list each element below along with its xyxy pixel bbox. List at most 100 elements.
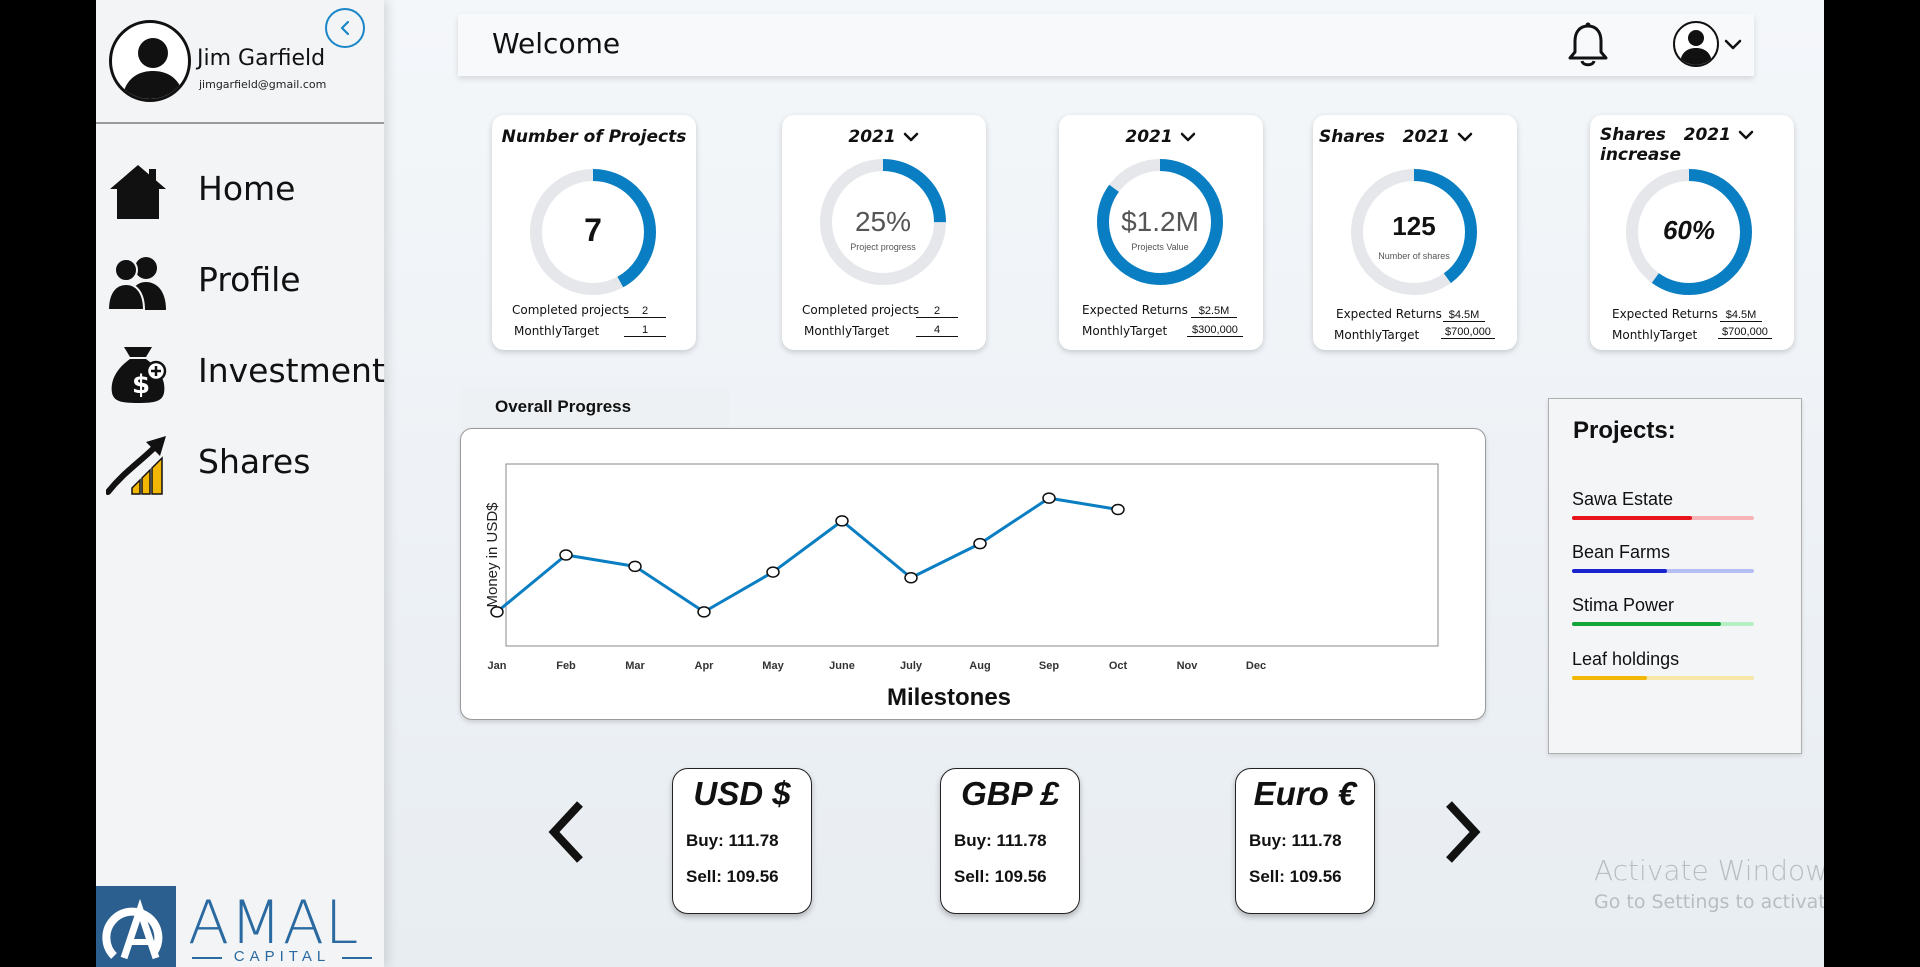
- row-label: Completed projects: [512, 303, 630, 317]
- chevron-down-icon[interactable]: [1737, 128, 1755, 142]
- project-name: Sawa Estate: [1572, 489, 1674, 509]
- collapse-sidebar-button[interactable]: [325, 8, 365, 48]
- currency-card-euro[interactable]: Euro € Buy: 111.78 Sell: 109.56: [1235, 768, 1375, 914]
- chevron-down-icon[interactable]: [1179, 130, 1197, 144]
- card-sublabel: Projects Value: [1131, 242, 1189, 252]
- line-chart: Jan Feb Mar Apr May June July Aug Sep Oct Nov Dec M…: [484, 463, 1439, 711]
- year-select[interactable]: 2021: [1684, 125, 1731, 145]
- project-progress-bar: [1572, 676, 1754, 680]
- card-sublabel: Number of shares: [1378, 251, 1450, 261]
- chevron-down-icon[interactable]: [1456, 130, 1474, 144]
- sell-rate: Sell: 109.56: [686, 867, 779, 886]
- data-point[interactable]: [973, 537, 987, 550]
- x-tick-label: Jan: [488, 660, 507, 672]
- chevron-down-icon[interactable]: [902, 130, 920, 144]
- project-item[interactable]: Sawa Estate: [1572, 489, 1754, 520]
- logo-mark: [96, 886, 176, 967]
- x-tick-label: May: [762, 660, 784, 672]
- sidebar-item-label: Shares: [198, 442, 311, 481]
- x-tick-label: Feb: [556, 660, 576, 672]
- year-select[interactable]: 2021: [848, 127, 895, 147]
- currency-card-gbp[interactable]: GBP £ Buy: 111.78 Sell: 109.56: [940, 768, 1080, 914]
- card-title: Number of Projects: [501, 127, 687, 147]
- row-value: 2: [916, 305, 958, 318]
- row-label: MonthlyTarget: [804, 324, 890, 338]
- x-tick-label: Aug: [969, 660, 990, 672]
- sidebar-item-home[interactable]: Home: [96, 155, 384, 246]
- project-progress-fill: [1572, 622, 1722, 626]
- chevron-down-icon[interactable]: [1722, 36, 1744, 52]
- user-name: Jim Garfield: [197, 46, 326, 71]
- sidebar-item-investment[interactable]: $ Investment: [96, 337, 385, 428]
- row-value: $300,000: [1187, 324, 1243, 337]
- stat-card-shares-increase: Shares 2021 increase 60% Expected Return…: [1590, 115, 1794, 350]
- data-point[interactable]: [1042, 492, 1056, 504]
- x-axis-label: Milestones: [887, 684, 1011, 711]
- chart-tab-label: Overall Progress: [495, 397, 632, 416]
- row-value: $2.5M: [1191, 305, 1237, 318]
- project-progress-bar: [1572, 622, 1754, 626]
- currency-card-usd[interactable]: USD $ Buy: 111.78 Sell: 109.56: [672, 768, 812, 914]
- data-point[interactable]: [1111, 503, 1125, 516]
- projects-panel: Projects: Sawa Estate Bean Farms Stima P…: [1548, 398, 1802, 754]
- row-value: $4.5M: [1443, 309, 1485, 322]
- growth-arrow-icon: [106, 436, 166, 495]
- stat-card-value: 2021 $1.2M Projects Value Expected Retur…: [1059, 115, 1263, 350]
- row-value: $4.5M: [1720, 309, 1762, 322]
- sidebar-item-label: Home: [198, 169, 296, 208]
- x-tick-label: Mar: [625, 660, 645, 672]
- card-value: $1.2M: [1121, 206, 1199, 237]
- row-label: MonthlyTarget: [1612, 328, 1698, 342]
- row-label: MonthlyTarget: [514, 324, 600, 338]
- x-tick-label: Nov: [1177, 660, 1199, 672]
- x-tick-label: June: [829, 660, 855, 672]
- sidebar: Jim Garfield jimgarfield@gmail.com Home: [96, 0, 385, 967]
- bell-icon[interactable]: [1566, 21, 1610, 67]
- sell-rate: Sell: 109.56: [954, 867, 1047, 886]
- project-progress-bar: [1572, 569, 1754, 573]
- money-bag-icon: $: [111, 347, 167, 403]
- project-item[interactable]: Leaf holdings: [1572, 649, 1754, 680]
- card-title-text: Shares: [1600, 125, 1666, 145]
- data-point[interactable]: [559, 549, 573, 561]
- x-tick-label: Dec: [1246, 660, 1266, 672]
- row-value: $700,000: [1718, 326, 1772, 339]
- windows-activation-watermark: Activate Windows Go to Settings to activ…: [1594, 854, 1824, 913]
- next-arrow-button[interactable]: [1443, 800, 1483, 864]
- data-point[interactable]: [835, 515, 849, 527]
- card-value: 25%: [854, 206, 912, 237]
- card-title: Shares 2021: [1319, 127, 1523, 147]
- series-line: [496, 496, 1119, 614]
- header-avatar[interactable]: [1673, 21, 1719, 67]
- currency-name: USD $: [693, 775, 791, 812]
- year-select[interactable]: 2021: [1125, 127, 1172, 147]
- users-icon: [106, 257, 166, 311]
- previous-arrow-button[interactable]: [546, 800, 586, 864]
- row-label: Expected Returns: [1336, 307, 1442, 321]
- card-value: 7: [584, 212, 602, 248]
- x-tick-label: July: [900, 660, 923, 672]
- card-value: 60%: [1662, 215, 1716, 245]
- stat-card-shares: Shares 2021 125 Number of shares Expecte…: [1313, 115, 1517, 350]
- buy-rate: Buy: 111.78: [1249, 831, 1342, 850]
- sidebar-item-profile[interactable]: Profile: [96, 246, 384, 337]
- data-point[interactable]: [904, 572, 918, 584]
- row-value: $700,000: [1441, 326, 1495, 339]
- x-tick-label: Apr: [695, 660, 715, 672]
- project-item[interactable]: Bean Farms: [1572, 542, 1754, 573]
- data-point[interactable]: [628, 560, 642, 573]
- sidebar-item-label: Profile: [198, 260, 301, 299]
- project-name: Leaf holdings: [1572, 649, 1680, 669]
- watermark-title: Activate Windows: [1594, 854, 1824, 887]
- data-point[interactable]: [697, 606, 711, 618]
- year-select[interactable]: 2021: [1403, 127, 1450, 147]
- data-point[interactable]: [766, 566, 780, 578]
- project-item[interactable]: Stima Power: [1572, 595, 1754, 626]
- row-value: 1: [624, 324, 666, 337]
- row-label: Expected Returns: [1612, 307, 1718, 321]
- row-label: MonthlyTarget: [1334, 328, 1420, 342]
- sidebar-item-shares[interactable]: Shares: [96, 428, 384, 519]
- buy-rate: Buy: 111.78: [954, 831, 1047, 850]
- avatar[interactable]: [109, 20, 191, 102]
- x-tick-label: Sep: [1039, 660, 1059, 672]
